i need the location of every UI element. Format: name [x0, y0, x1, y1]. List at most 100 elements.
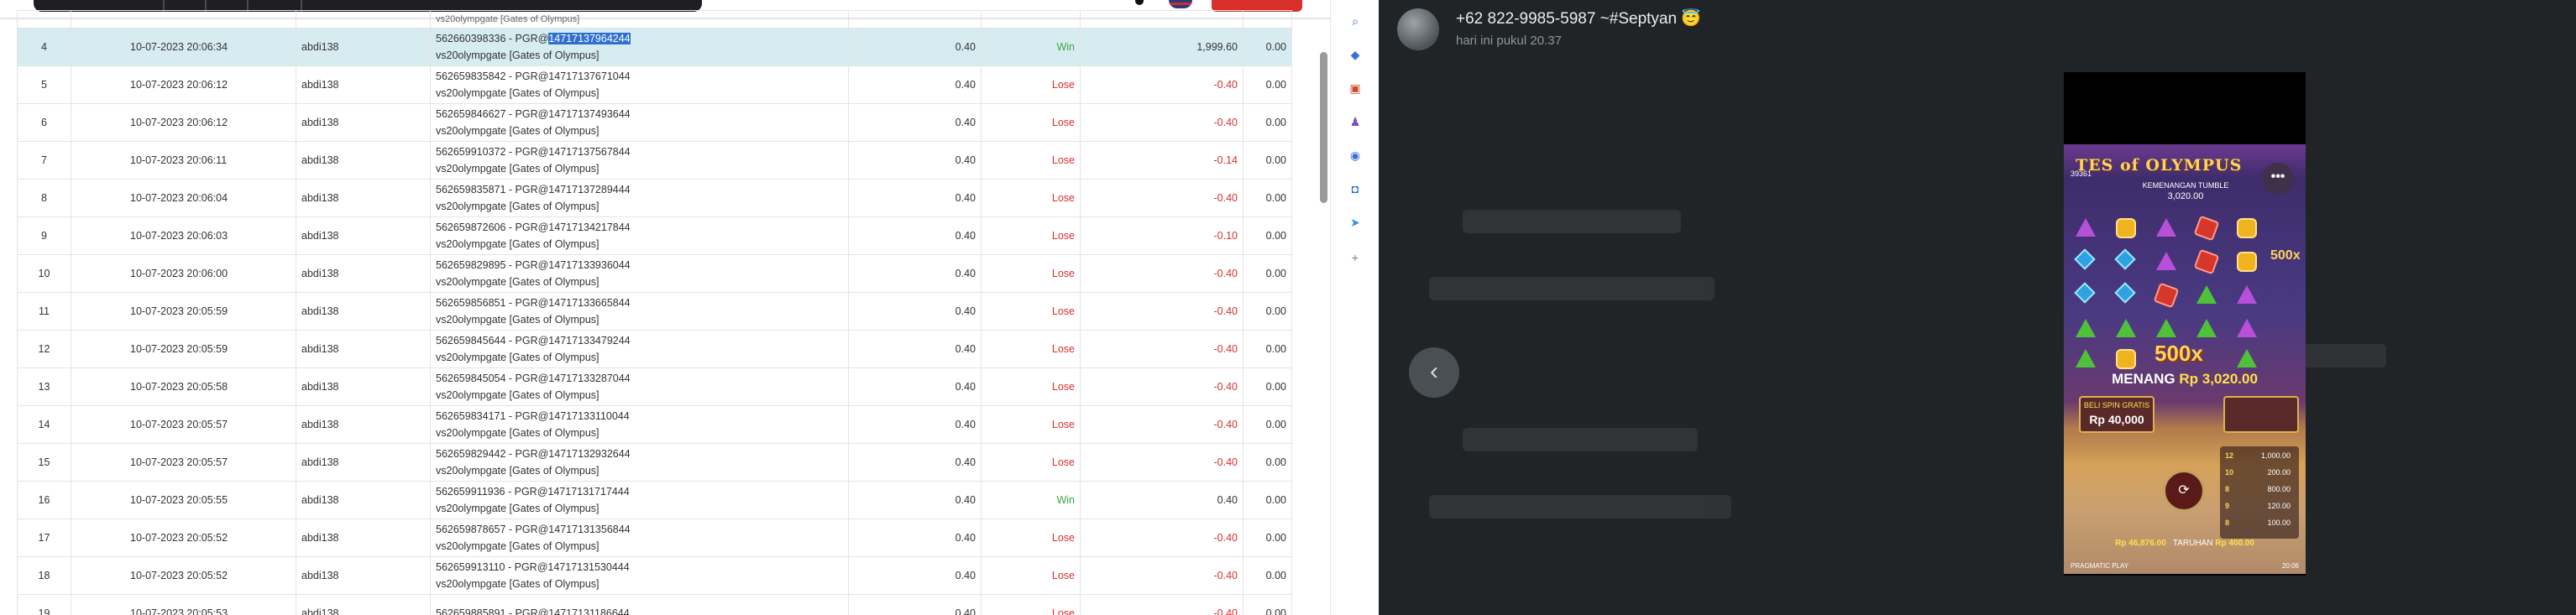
- ante-bet-box: [2223, 396, 2299, 433]
- circle-icon[interactable]: ◉: [1348, 148, 1363, 163]
- bet-label: TARUHAN: [2172, 539, 2213, 548]
- row-bet: 0.40: [848, 405, 982, 444]
- row-bet: 0.40: [848, 216, 982, 255]
- row-bet: 0.40: [848, 330, 982, 368]
- row-result: Lose: [981, 216, 1081, 255]
- row-date: 10-07-2023 20:05:59: [71, 330, 296, 368]
- detail-id: 562659835871 - PGR@14717137289444: [436, 184, 631, 195]
- briefcase-icon[interactable]: ▣: [1348, 81, 1363, 96]
- balance: Rp 46,876.00: [2115, 539, 2166, 548]
- table-row[interactable]: 14 10-07-2023 20:05:57 abdi138 562659834171…: [17, 405, 1292, 444]
- row-result: Lose: [981, 103, 1081, 142]
- row-detail: 562659885891 - PGR@14717131186644: [430, 594, 849, 615]
- table-row[interactable]: 5 10-07-2023 20:06:12 abdi138 562659835842 …: [17, 65, 1292, 104]
- language-flag-icon[interactable]: [1169, 0, 1192, 8]
- row-balance: 0.00: [1243, 594, 1292, 615]
- row-bet: 0.40: [848, 481, 982, 519]
- tag-icon[interactable]: ◆: [1348, 47, 1363, 62]
- plus-icon[interactable]: +: [1348, 250, 1363, 265]
- row-date: 10-07-2023 20:06:00: [71, 254, 296, 293]
- screenshot-image: TES of OLYMPUS 39361 KEMENANGAN TUMBLE 3…: [2064, 72, 2306, 576]
- table-row[interactable]: 12 10-07-2023 20:05:59 abdi138 562659845644…: [17, 330, 1292, 368]
- row-user: abdi138: [296, 28, 431, 66]
- row-detail: 562659834171 - PGR@14717133110044 vs20oly…: [430, 405, 849, 444]
- row-bet: 0.40: [848, 443, 982, 482]
- detail-game: vs20olympgate [Gates of Olympus]: [436, 427, 599, 439]
- previous-media-button[interactable]: ‹: [1409, 347, 1459, 398]
- row-date: [71, 10, 296, 29]
- table-scrollbar[interactable]: [1320, 52, 1327, 203]
- table-row[interactable]: 4 10-07-2023 20:06:34 abdi138 562660398336 …: [17, 28, 1292, 66]
- media-viewer: +62 822-9985-5987 ~#Septyan 😇 hari ini p…: [1379, 0, 2576, 615]
- row-detail: 562659835842 - PGR@14717137671044 vs20oly…: [430, 65, 849, 104]
- row-winloss: -0.40: [1080, 443, 1243, 482]
- row-balance: 0.00: [1243, 367, 1292, 406]
- detail-game: vs20olympgate [Gates of Olympus]: [436, 14, 580, 24]
- row-number: 7: [17, 141, 71, 180]
- detail-game: vs20olympgate [Gates of Olympus]: [436, 163, 599, 175]
- row-detail: 562659878657 - PGR@14717131356844 vs20oly…: [430, 519, 849, 557]
- table-row[interactable]: 9 10-07-2023 20:06:03 abdi138 562659872606 …: [17, 216, 1292, 255]
- table-row[interactable]: 19 10-07-2023 20:05:53 abdi138 562659885891…: [17, 594, 1292, 615]
- table-row[interactable]: 11 10-07-2023 20:05:59 abdi138 562659856851…: [17, 292, 1292, 331]
- avatar[interactable]: [1397, 8, 1439, 50]
- row-balance: 0.00: [1243, 330, 1292, 368]
- table-row[interactable]: 13 10-07-2023 20:05:58 abdi138 562659845054…: [17, 367, 1292, 406]
- table-row[interactable]: 7 10-07-2023 20:06:11 abdi138 562659910372 …: [17, 141, 1292, 180]
- row-detail: 562659872606 - PGR@14717134217844 vs20oly…: [430, 216, 849, 255]
- chess-icon[interactable]: ♟: [1348, 114, 1363, 129]
- table-row[interactable]: 8 10-07-2023 20:06:04 abdi138 562659835871 …: [17, 179, 1292, 217]
- detail-id: 562659829442 - PGR@14717132932644: [436, 448, 631, 460]
- detail-game: vs20olympgate [Gates of Olympus]: [436, 465, 599, 477]
- detail-id: 562659846627 - PGR@14717137493644: [436, 108, 631, 120]
- table-row[interactable]: 10 10-07-2023 20:06:00 abdi138 562659829895…: [17, 254, 1292, 293]
- row-number: 17: [17, 519, 71, 557]
- row-number: 11: [17, 292, 71, 331]
- detail-game: vs20olympgate [Gates of Olympus]: [436, 87, 599, 99]
- row-balance: 0.00: [1243, 254, 1292, 293]
- table-row[interactable]: 16 10-07-2023 20:05:55 abdi138 562659911936…: [17, 481, 1292, 519]
- row-balance: 0.00: [1243, 103, 1292, 142]
- detail-game: vs20olympgate [Gates of Olympus]: [436, 389, 599, 401]
- win-label: MENANG: [2112, 371, 2175, 387]
- row-bet: 0.40: [848, 254, 982, 293]
- row-detail: 562659910372 - PGR@14717137567844 vs20oly…: [430, 141, 849, 180]
- outlook-icon[interactable]: ◘: [1348, 181, 1363, 196]
- slot-game-screen: TES of OLYMPUS 39361 KEMENANGAN TUMBLE 3…: [2064, 144, 2306, 574]
- notification-icon[interactable]: [1135, 0, 1144, 5]
- selected-text[interactable]: 14717137964244: [548, 33, 631, 44]
- detail-id: 562659872606 - PGR@14717134217844: [436, 222, 631, 233]
- table-row[interactable]: 18 10-07-2023 20:05:52 abdi138 562659913110…: [17, 556, 1292, 595]
- row-bet: 0.40: [848, 103, 982, 142]
- row-number: 18: [17, 556, 71, 595]
- row-result: Lose: [981, 179, 1081, 217]
- table-row[interactable]: vs20olympgate [Gates of Olympus]: [17, 10, 1292, 29]
- detail-game: vs20olympgate [Gates of Olympus]: [436, 314, 599, 326]
- row-balance: 0.00: [1243, 519, 1292, 557]
- row-number: 10: [17, 254, 71, 293]
- detail-game: vs20olympgate [Gates of Olympus]: [436, 276, 599, 288]
- row-result: Win: [981, 28, 1081, 66]
- spin-icon: ⟳: [2163, 470, 2205, 512]
- row-winloss: -0.40: [1080, 254, 1243, 293]
- row-date: 10-07-2023 20:05:53: [71, 594, 296, 615]
- row-number: 5: [17, 65, 71, 104]
- table-row[interactable]: 17 10-07-2023 20:05:52 abdi138 562659878657…: [17, 519, 1292, 557]
- row-winloss: -0.14: [1080, 141, 1243, 180]
- row-result: Win: [981, 481, 1081, 519]
- side-multiplier: 500x: [2270, 248, 2301, 263]
- table-row[interactable]: 15 10-07-2023 20:05:57 abdi138 562659829442…: [17, 443, 1292, 482]
- row-result: [981, 10, 1081, 29]
- row-date: 10-07-2023 20:06:11: [71, 141, 296, 180]
- provider-label: PRAGMATIC PLAY: [2071, 562, 2129, 570]
- history-table: vs20olympgate [Gates of Olympus] 4 10-07-2…: [17, 10, 1292, 615]
- detail-id: 562659835842 - PGR@14717137671044: [436, 70, 631, 82]
- game-title: TES of OLYMPUS: [2076, 156, 2243, 175]
- row-balance: 0.00: [1243, 556, 1292, 595]
- table-row[interactable]: 6 10-07-2023 20:06:12 abdi138 562659846627 …: [17, 103, 1292, 142]
- detail-game: vs20olympgate [Gates of Olympus]: [436, 578, 599, 590]
- search-icon[interactable]: ⌕: [1348, 13, 1363, 29]
- row-user: abdi138: [296, 594, 431, 615]
- send-icon[interactable]: ➤: [1348, 215, 1363, 230]
- detail-id: 562659885891 - PGR@14717131186644: [436, 607, 630, 615]
